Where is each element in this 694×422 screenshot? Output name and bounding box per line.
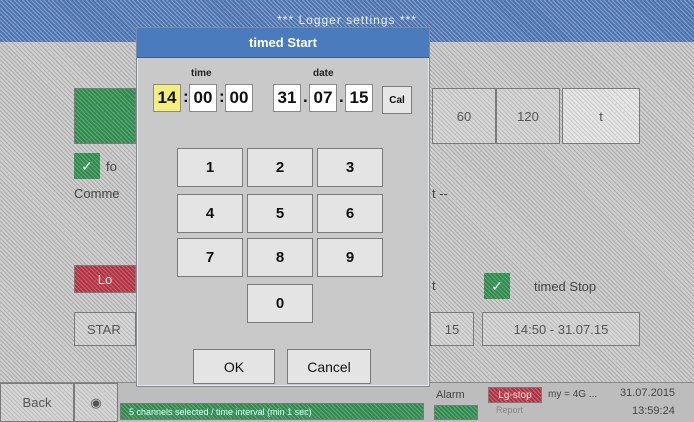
time-separator: : [183, 87, 189, 106]
second-field[interactable]: 00 [225, 84, 253, 112]
alarm-indicator [434, 405, 478, 420]
keypad-9-button[interactable]: 9 [317, 238, 383, 277]
keypad-1-button[interactable]: 1 [177, 148, 243, 187]
lg-stop-badge: Lg-stop [488, 387, 542, 403]
report-label: Report [496, 405, 524, 415]
keypad-3-button[interactable]: 3 [317, 148, 383, 187]
comment-label: Comme [74, 186, 120, 201]
interval-60-button: 60 [432, 88, 496, 144]
bg-checkbox-label: fo [106, 159, 117, 174]
keypad-8-button[interactable]: 8 [247, 238, 313, 277]
status-bar: Back ◉ 5 channels selected / time interv… [0, 382, 694, 422]
keypad-6-button[interactable]: 6 [317, 194, 383, 233]
start-time-fragment: 15 [430, 312, 474, 346]
calendar-button[interactable]: Cal [382, 86, 412, 114]
log-button: Lo [74, 265, 136, 293]
keypad-4-button[interactable]: 4 [177, 194, 243, 233]
interval-120-button: 120 [496, 88, 560, 144]
month-field[interactable]: 07 [309, 84, 337, 112]
memory-indicator: my = 4G ... [548, 389, 598, 400]
date-separator: . [339, 87, 344, 106]
comment-value: t -- [432, 186, 448, 201]
status-time: 13:59:24 [632, 405, 675, 417]
ok-button[interactable]: OK [193, 349, 275, 384]
time-label: time [191, 68, 212, 79]
day-field[interactable]: 31 [273, 84, 301, 112]
keypad-7-button[interactable]: 7 [177, 238, 243, 277]
keypad-5-button[interactable]: 5 [247, 194, 313, 233]
time-separator: : [219, 87, 225, 106]
dialog-title: timed Start [137, 28, 429, 58]
bg-checkbox-icon: ✓ [74, 153, 100, 179]
minute-field[interactable]: 00 [189, 84, 217, 112]
year-field[interactable]: 15 [345, 84, 373, 112]
cancel-button[interactable]: Cancel [287, 349, 371, 384]
back-button: Back [0, 383, 74, 422]
interval-custom-button: t [562, 88, 640, 144]
keypad-0-button[interactable]: 0 [247, 284, 313, 323]
screen-title: *** Logger settings *** [277, 13, 417, 27]
keypad-2-button[interactable]: 2 [247, 148, 313, 187]
alarm-label: Alarm [436, 389, 465, 401]
timed-start-fragment: t [432, 278, 436, 293]
date-separator: . [303, 87, 308, 106]
hour-field[interactable]: 14 [153, 84, 181, 112]
stop-datetime: 14:50 - 31.07.15 [482, 312, 640, 346]
timed-stop-label: timed Stop [534, 279, 597, 294]
bg-green-button [74, 88, 136, 144]
timed-start-dialog: timed Start time date 14 : 00 : 00 31 . … [136, 27, 430, 387]
camera-icon: ◉ [74, 383, 118, 422]
timed-stop-checkbox-icon: ✓ [484, 273, 510, 299]
date-label: date [313, 68, 334, 79]
status-text: 5 channels selected / time interval (min… [120, 403, 424, 420]
status-date: 31.07.2015 [620, 387, 676, 399]
start-label: STAR [74, 312, 136, 346]
